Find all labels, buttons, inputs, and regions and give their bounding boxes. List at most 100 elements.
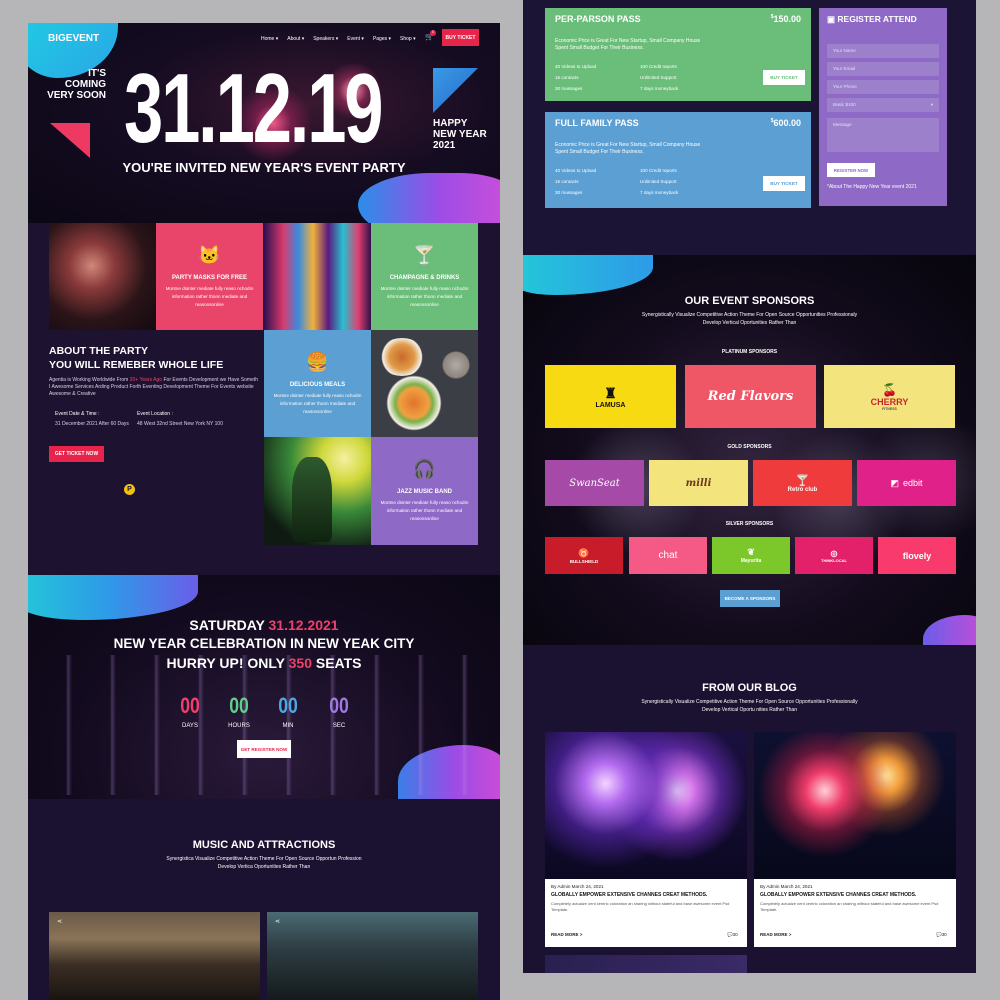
phone-field[interactable]: Your Phone xyxy=(827,80,939,94)
register-icon: ▣ xyxy=(827,14,838,24)
read-more-link[interactable]: READ MORE > xyxy=(760,932,791,937)
plan-select[interactable]: Basic $100 ▾ xyxy=(827,98,939,112)
sponsors-section: OUR EVENT SPONSORS Synergistically Visua… xyxy=(523,255,976,655)
hours-label: HOURS xyxy=(228,723,250,729)
tile-title: JAZZ MUSIC BAND xyxy=(397,489,452,495)
gold-label: GOLD SPONSORS xyxy=(727,444,772,450)
nav-event[interactable]: Event ▾ xyxy=(347,36,364,42)
platinum-label: PLATINUM SPONSORS xyxy=(721,349,778,355)
blog-title: FROM OUR BLOG xyxy=(702,682,797,694)
tile-title: DELICIOUS MEALS xyxy=(289,382,346,388)
tile-meals: 🍔 DELICIOUS MEALS Montne dsinter mediate… xyxy=(264,330,371,437)
days-value: 00 xyxy=(180,693,200,718)
buy-ticket-button[interactable]: BUY TICKET xyxy=(763,176,805,191)
sponsor-red-flavors[interactable]: Red Flavors xyxy=(685,365,816,428)
sponsor-name: LAMUSA xyxy=(595,401,626,409)
countdown-sec: 00 SEC xyxy=(319,693,359,729)
event-date-value: 31 December 2021 After 60 Days xyxy=(55,421,129,427)
become-sponsor-button[interactable]: BECOME A SPONSORS xyxy=(720,590,780,607)
sponsor-mayurita[interactable]: ❦ Mayurita xyxy=(712,537,790,574)
seats-text: SEATS xyxy=(315,655,362,671)
blog-image-purple-fireworks xyxy=(545,732,747,879)
music-sub1: Synergistica Visualize Competitive Actio… xyxy=(166,856,362,862)
sponsor-lamusa[interactable]: ♜ LAMUSA xyxy=(545,365,676,428)
sponsor-name: THINKLOCAL xyxy=(821,557,847,563)
sponsor-sub: FITNESS xyxy=(882,406,897,411)
coming-line: IT'S xyxy=(88,68,106,79)
sponsor-name: SwanSeat xyxy=(569,477,620,489)
event-location-label: Event Location : xyxy=(137,411,173,417)
cart-icon[interactable]: 🛒 0 xyxy=(425,30,436,41)
register-now-button[interactable]: GET REGISTER NOW xyxy=(237,740,291,758)
register-note: *About The Happy New Year event 2021 xyxy=(827,184,917,190)
sponsor-swanseat[interactable]: SwanSeat xyxy=(545,460,644,506)
blog-section: FROM OUR BLOG Synergistically Visualize … xyxy=(523,645,976,973)
plan-feature: Unlimited Support xyxy=(640,75,677,80)
main-nav: Home ▾ About ▾ Speakers ▾ Event ▾ Pages … xyxy=(252,36,416,42)
nav-pages[interactable]: Pages ▾ xyxy=(373,36,391,42)
sponsor-thinklocal[interactable]: ◎ THINKLOCAL xyxy=(795,537,873,574)
sponsor-edbit[interactable]: ◩ edbit xyxy=(857,460,956,506)
sponsors-sub2: Develop Vertical Oportunities Rather Tha… xyxy=(702,320,797,326)
plan-feature: 7 days moneyback xyxy=(640,86,679,91)
countdown-days: 00 DAYS xyxy=(170,693,210,729)
blog-card-1: By Admin March 24, 2021 GLOBALLY EMPOWER… xyxy=(545,732,747,947)
name-field[interactable]: Your Name xyxy=(827,44,939,58)
about-heading-line1: ABOUT THE PARTY xyxy=(49,345,148,357)
hero-date: 31.12.19 xyxy=(124,53,384,163)
nav-about[interactable]: About ▾ xyxy=(287,36,304,42)
event-date-label: Event Date & Time : xyxy=(55,411,100,417)
lamusa-logo-icon: ♜ xyxy=(604,384,617,401)
nav-speakers[interactable]: Speakers ▾ xyxy=(313,36,338,42)
read-more-link[interactable]: READ MORE > xyxy=(551,932,582,937)
cat-icon: 🐱 xyxy=(198,245,221,265)
plan-desc: Economic Price is Great For New Startup,… xyxy=(555,142,701,155)
share-icon[interactable]: ⋖ xyxy=(57,918,62,925)
min-label: MIN xyxy=(282,723,294,729)
happy-line: 2021 xyxy=(433,140,456,151)
brand-logo[interactable]: BIGEVENT xyxy=(48,33,99,44)
sponsors-sub1: Synergistically Visualize Competitive Ac… xyxy=(641,312,858,318)
pin-icon: ◎ xyxy=(830,548,838,558)
days-label: DAYS xyxy=(182,723,198,729)
hero-invite: YOU'RE INVITED NEW YEAR'S EVENT PARTY xyxy=(122,160,406,175)
register-now-button[interactable]: REGISTER NOW xyxy=(827,163,875,177)
buy-ticket-button[interactable]: BUY TICKET xyxy=(442,29,479,46)
countdown-section: SATURDAY 31.12.2021 NEW YEAR CELEBRATION… xyxy=(28,575,500,805)
plan-price: $600.00 xyxy=(770,118,801,128)
plan-name: FULL FAMILY PASS xyxy=(555,118,639,128)
post-title[interactable]: GLOBALLY EMPOWER EXTENSIVE CHANNES CREAT… xyxy=(760,892,916,898)
countdown-line3: HURRY UP! ONLY 350 SEATS xyxy=(28,655,500,671)
sponsor-retro-club[interactable]: 🍸 Retro club xyxy=(753,460,852,506)
tile-desc: Montne dsinter mediate fully reaso nchod… xyxy=(380,286,469,307)
nav-home[interactable]: Home ▾ xyxy=(261,36,278,42)
coming-soon-text: IT'S COMING VERY SOON xyxy=(46,68,106,101)
hours-value: 00 xyxy=(229,693,249,718)
about-text: Agentia is Working Worldwide From 20+ Ye… xyxy=(49,377,259,398)
post-title[interactable]: GLOBALLY EMPOWER EXTENSIVE CHANNES CREAT… xyxy=(551,892,707,898)
sec-label: SEC xyxy=(332,723,346,729)
sponsor-milli[interactable]: milli xyxy=(649,460,748,506)
blog-image-red-fireworks xyxy=(754,732,956,879)
buy-ticket-button[interactable]: BUY TICKET xyxy=(763,70,805,85)
post-excerpt: Completely actuaize cent centric colorat… xyxy=(551,901,730,912)
sponsor-name: Retro club xyxy=(787,486,818,493)
nav-shop[interactable]: Shop ▾ xyxy=(400,36,416,42)
pricing-section: PER-PARSON PASS $150.00 Economic Price i… xyxy=(523,0,976,255)
email-field[interactable]: Your Email xyxy=(827,62,939,76)
sponsor-cherry[interactable]: 🍒 CHERRY FITNESS xyxy=(824,365,955,428)
music-title: MUSIC AND ATTRACTIONS xyxy=(192,839,336,851)
music-section: MUSIC AND ATTRACTIONS Synergistica Visua… xyxy=(28,799,500,1000)
bottles-image xyxy=(264,223,371,330)
sponsor-flovely[interactable]: flovely xyxy=(878,537,956,574)
min-value: 00 xyxy=(278,693,298,718)
share-icon[interactable]: ⋖ xyxy=(275,918,280,925)
sponsor-bullshield[interactable]: ♉ BULLSHIELD xyxy=(545,537,623,574)
message-field[interactable]: Message xyxy=(827,118,939,152)
sponsor-name: BULLSHIELD xyxy=(569,558,599,564)
get-ticket-now-button[interactable]: GET TICKET NOW xyxy=(49,446,104,462)
sponsor-chat[interactable]: chat xyxy=(629,537,707,574)
event-location-block: Event Location : 48 West 32nd Street New… xyxy=(137,411,247,428)
blog-sub1: Synergistically Visualize Competitive Ac… xyxy=(641,699,858,705)
cocktail-icon: 🍸 xyxy=(413,245,436,265)
